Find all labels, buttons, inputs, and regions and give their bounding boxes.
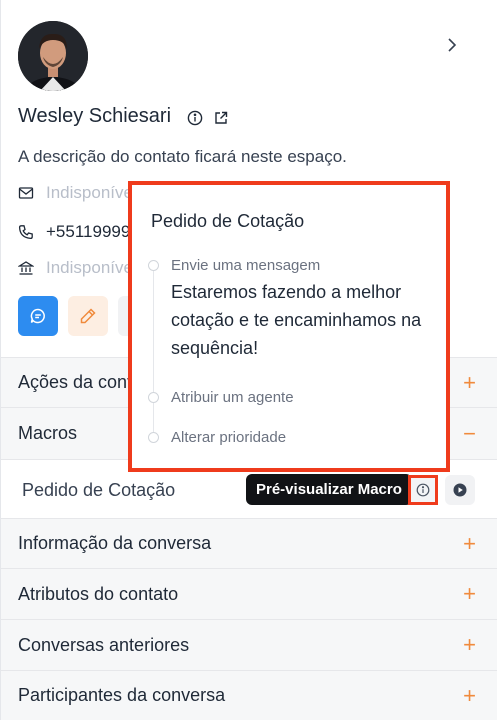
section-label: Informação da conversa <box>18 533 212 553</box>
email-value: Indisponível <box>46 183 133 202</box>
phone-row: +5511999999999 <box>18 222 133 242</box>
pencil-icon <box>80 308 96 324</box>
section-conversas-anteriores[interactable]: Conversas anteriores + <box>1 619 497 670</box>
preview-macro-button[interactable] <box>408 475 438 505</box>
section-label: Conversas anteriores <box>18 634 190 655</box>
section-participantes-da-conversa[interactable]: Participantes da conversa + <box>1 670 497 720</box>
step-label: Alterar prioridade <box>171 429 287 446</box>
external-link-icon[interactable] <box>213 110 229 126</box>
macro-preview-popover: Pedido de Cotação Envie uma mensagem Est… <box>128 181 450 472</box>
chevron-right-icon[interactable] <box>444 37 460 53</box>
section-label: Atributos do contato <box>18 583 179 604</box>
timeline-dot <box>148 432 159 443</box>
message-icon <box>30 308 45 324</box>
step-message: Estaremos fazendo a melhor cotação e te … <box>171 282 422 358</box>
plus-icon[interactable]: + <box>463 581 476 607</box>
avatar <box>18 21 88 91</box>
contact-name: Wesley Schiesari <box>18 105 172 127</box>
building-icon <box>18 261 34 275</box>
plus-icon[interactable]: + <box>463 632 476 658</box>
timeline-dot <box>148 260 159 271</box>
section-label: Participantes da conversa <box>18 685 226 705</box>
contact-description: A descrição do contato ficará neste espa… <box>18 147 347 166</box>
contact-panel: Wesley Schiesari A descrição do contato … <box>0 0 497 720</box>
company-value: Indisponível <box>46 258 133 277</box>
timeline-line <box>153 265 154 437</box>
execute-macro-button[interactable] <box>445 475 475 505</box>
section-label: Macros <box>18 423 78 443</box>
preview-title: Pedido de Cotação <box>151 211 305 231</box>
macro-name: Pedido de Cotação <box>22 480 176 500</box>
phone-icon <box>18 225 33 240</box>
plus-icon[interactable]: + <box>463 683 476 709</box>
preview-tooltip: Pré-visualizar Macro <box>246 474 412 505</box>
email-row: Indisponível <box>18 183 133 203</box>
mail-icon <box>18 187 34 199</box>
company-row: Indisponível <box>18 258 133 278</box>
plus-icon[interactable]: + <box>463 370 476 396</box>
step-label: Envie uma mensagem <box>171 257 321 274</box>
edit-button[interactable] <box>68 296 108 336</box>
plus-icon[interactable]: + <box>463 531 476 557</box>
message-button[interactable] <box>18 296 58 336</box>
section-informacao-da-conversa[interactable]: Informação da conversa + <box>1 518 497 568</box>
minus-icon[interactable]: − <box>463 421 476 447</box>
timeline-dot <box>148 392 159 403</box>
info-icon <box>416 483 430 497</box>
play-icon <box>453 483 467 497</box>
info-icon[interactable] <box>187 110 203 126</box>
step-label: Atribuir um agente <box>171 389 294 406</box>
phone-value: +5511999999999 <box>46 222 133 241</box>
section-atributos-do-contato[interactable]: Atributos do contato + <box>1 568 497 619</box>
